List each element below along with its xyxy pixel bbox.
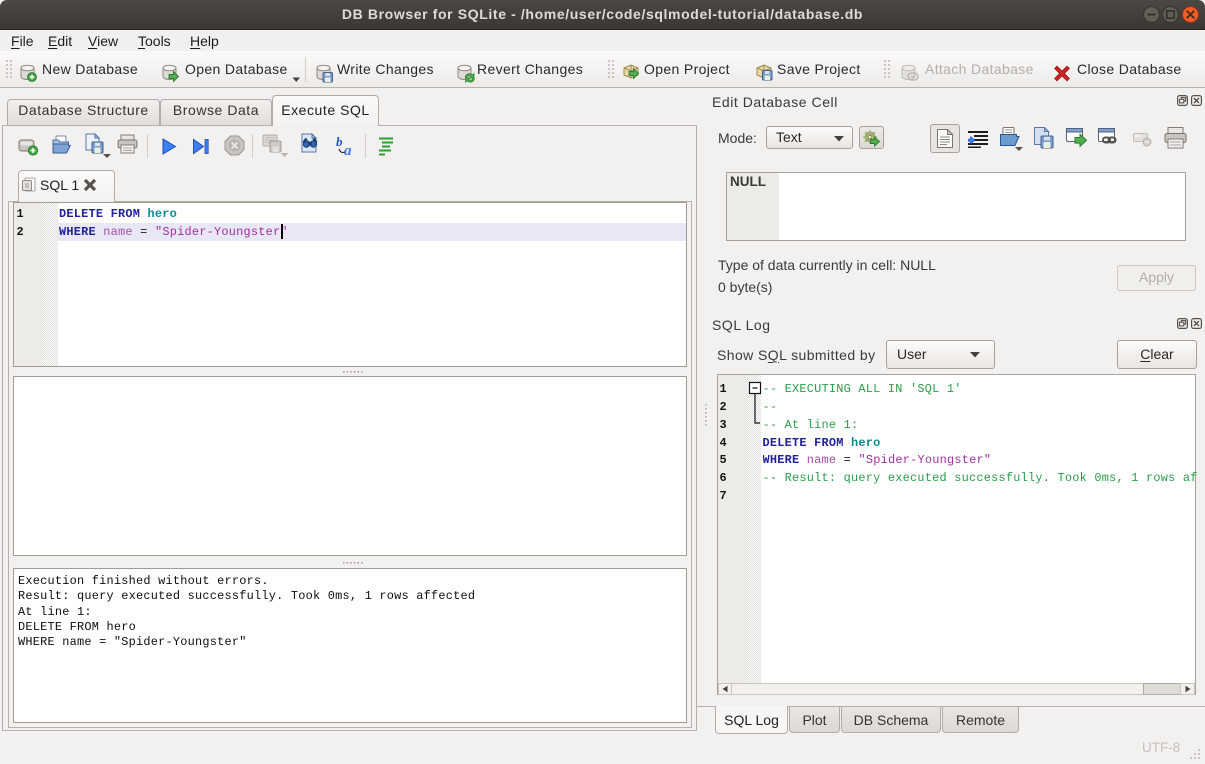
svg-text:a: a <box>344 143 352 159</box>
svg-text:b: b <box>336 134 343 149</box>
